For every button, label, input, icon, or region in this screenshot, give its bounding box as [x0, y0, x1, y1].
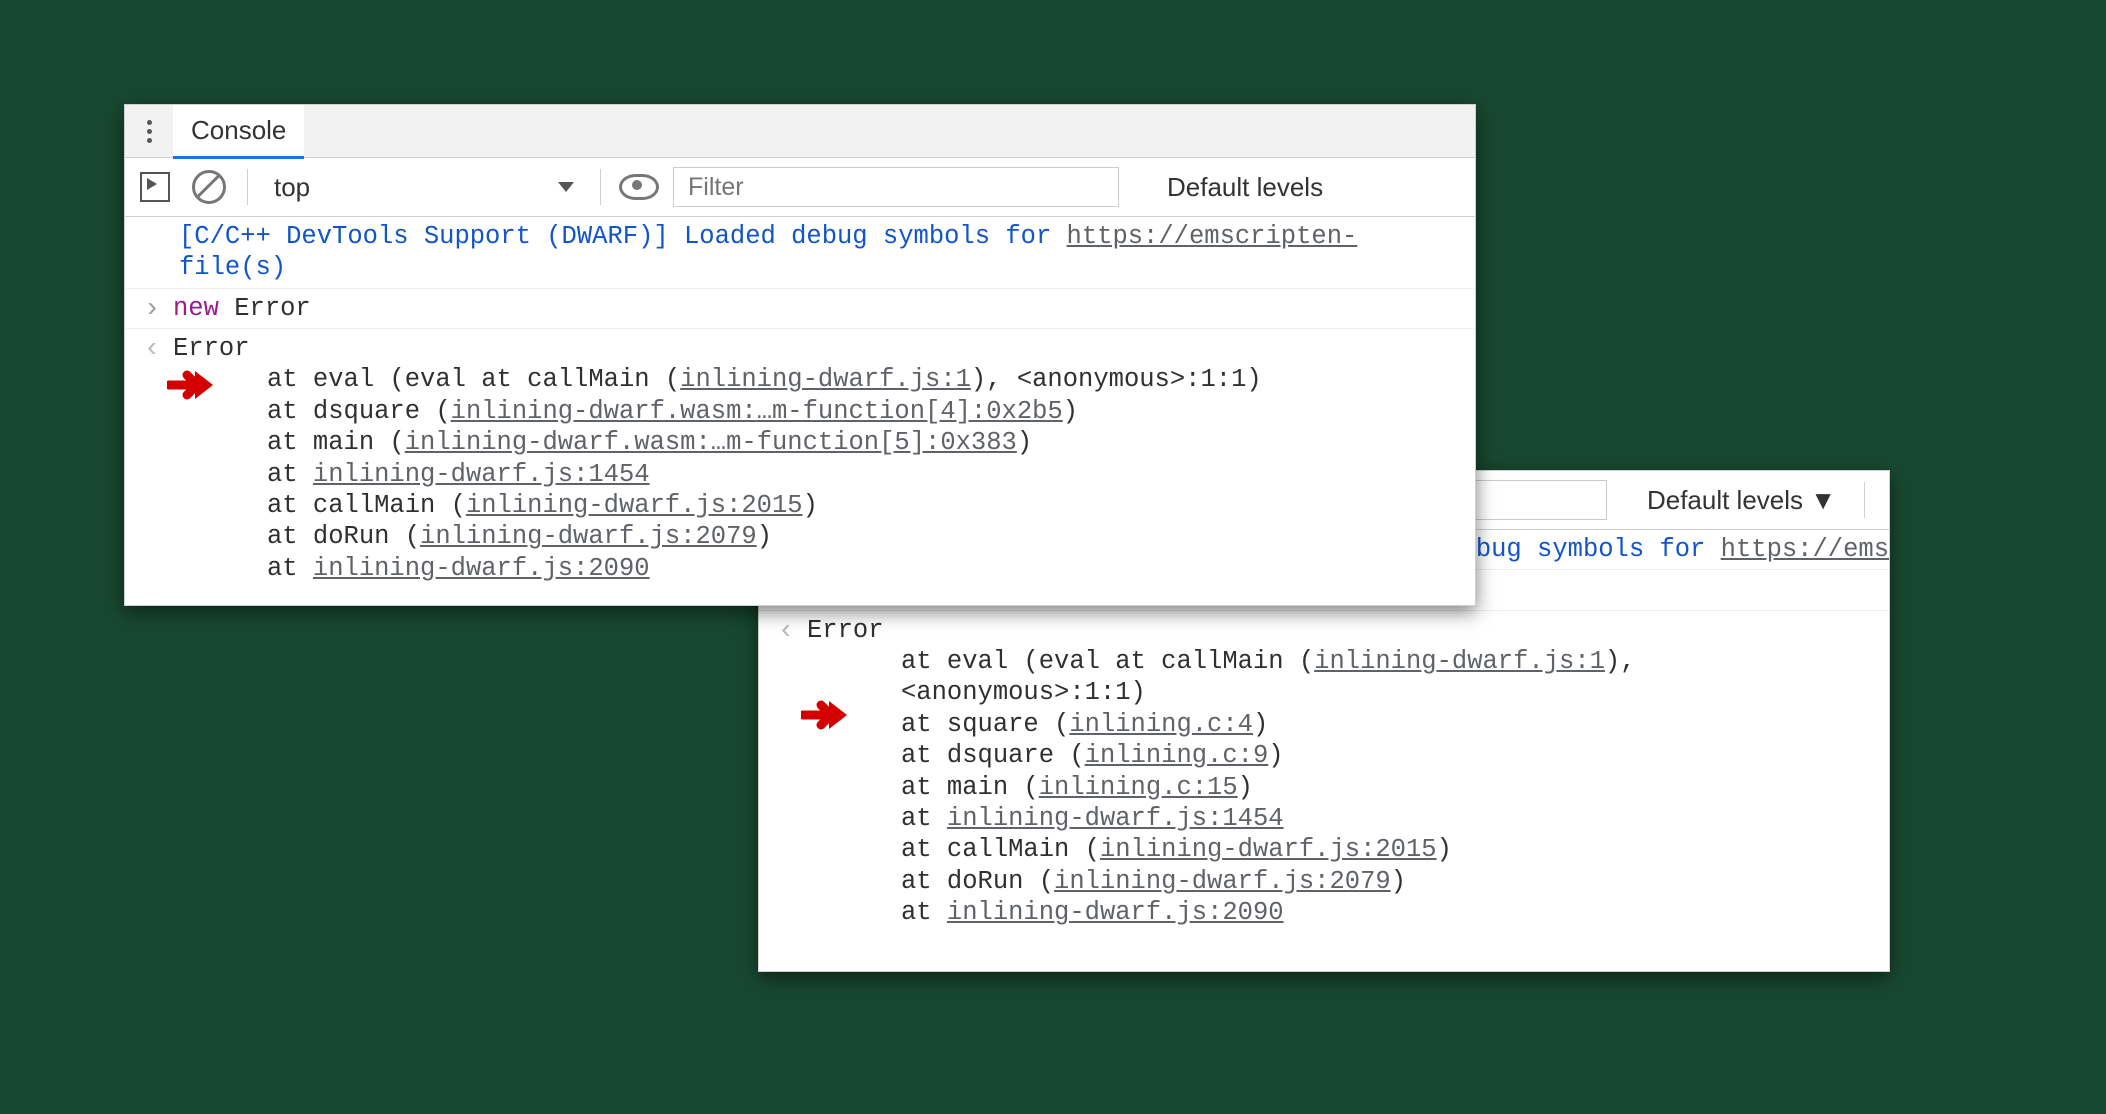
stack-frame: at dsquare (inlining.c:9): [807, 740, 1889, 771]
devtools-panel-before: Console top Default levels [C/C++ DevToo…: [124, 104, 1476, 606]
stack-frame: at callMain (inlining-dwarf.js:2015): [807, 834, 1889, 865]
stack-frame: at eval (eval at callMain (inlining-dwar…: [173, 364, 1475, 395]
output-chevron-icon: [775, 615, 797, 649]
stack-link[interactable]: inlining.c:15: [1039, 773, 1238, 802]
info-suffix: file(s): [179, 253, 286, 282]
chevron-down-icon: [558, 182, 574, 192]
console-toolbar: top Default levels: [125, 158, 1475, 217]
stack-frame: at dsquare (inlining-dwarf.wasm:…m-funct…: [173, 396, 1475, 427]
clear-console-icon[interactable]: [189, 167, 229, 207]
stack-link[interactable]: inlining-dwarf.js:2079: [1054, 867, 1391, 896]
input-keyword: new: [173, 294, 219, 323]
context-selector[interactable]: top: [266, 172, 582, 203]
input-chevron-icon: [141, 293, 163, 327]
execute-icon[interactable]: [135, 167, 175, 207]
stack-link[interactable]: inlining-dwarf.js:1454: [947, 804, 1284, 833]
stack-frame: at inlining-dwarf.js:2090: [173, 553, 1475, 584]
stack-frame: at doRun (inlining-dwarf.js:2079): [173, 521, 1475, 552]
stack-frame: at eval (eval at callMain (inlining-dwar…: [807, 646, 1889, 709]
more-menu-icon[interactable]: [125, 118, 173, 145]
log-levels-selector[interactable]: Default levels ▼: [1647, 485, 1836, 516]
stack-frame: at inlining-dwarf.js:2090: [807, 897, 1889, 928]
stack-frame: at inlining-dwarf.js:1454: [173, 459, 1475, 490]
separator: [600, 169, 601, 205]
live-expression-icon[interactable]: [619, 167, 659, 207]
info-link[interactable]: https://emscripten-: [1067, 222, 1358, 251]
separator: [1864, 482, 1865, 518]
stack-link[interactable]: inlining-dwarf.wasm:…m-function[4]:0x2b5: [451, 397, 1063, 426]
separator: [247, 169, 248, 205]
levels-label: Default levels: [1167, 172, 1323, 202]
context-value: top: [274, 172, 310, 203]
stack-link[interactable]: inlining-dwarf.js:2090: [313, 554, 650, 583]
stack-frame: at doRun (inlining-dwarf.js:2079): [807, 866, 1889, 897]
tab-label: Console: [191, 115, 286, 146]
stack-frame: at main (inlining-dwarf.wasm:…m-function…: [173, 427, 1475, 458]
stack-frame: at inlining-dwarf.js:1454: [807, 803, 1889, 834]
stack-frame: at main (inlining.c:15): [807, 772, 1889, 803]
log-info-dwarf: [C/C++ DevTools Support (DWARF)] Loaded …: [125, 217, 1475, 289]
tab-console[interactable]: Console: [173, 104, 304, 159]
info-text: debug symbols for: [1445, 535, 1720, 564]
stack-frame: at square (inlining.c:4): [807, 709, 1889, 740]
stack-link[interactable]: inlining-dwarf.wasm:…m-function[5]:0x383: [405, 428, 1017, 457]
console-output-error: Error at eval (eval at callMain (inlinin…: [125, 329, 1475, 588]
stack-link[interactable]: inlining-dwarf.js:1: [1314, 647, 1605, 676]
stack-link[interactable]: inlining-dwarf.js:2079: [420, 522, 757, 551]
log-levels-selector[interactable]: Default levels: [1167, 172, 1323, 203]
console-input-row[interactable]: new Error: [125, 289, 1475, 329]
error-head: Error: [173, 334, 250, 363]
info-link[interactable]: https://ems: [1721, 535, 1889, 564]
levels-label: Default levels ▼: [1647, 485, 1836, 516]
stack-link[interactable]: inlining-dwarf.js:1: [680, 365, 971, 394]
stack-link[interactable]: inlining.c:4: [1069, 710, 1253, 739]
annotation-arrow-icon: [167, 367, 215, 403]
tab-bar: Console: [125, 105, 1475, 158]
stack-link[interactable]: inlining-dwarf.js:2090: [947, 898, 1284, 927]
input-rest: Error: [219, 294, 311, 323]
filter-input[interactable]: [673, 167, 1119, 207]
stack-link[interactable]: inlining-dwarf.js:1454: [313, 460, 650, 489]
stack-link[interactable]: inlining-dwarf.js:2015: [1100, 835, 1437, 864]
annotation-arrow-icon: [801, 697, 849, 733]
filter-field[interactable]: [686, 172, 1106, 203]
stack-link[interactable]: inlining-dwarf.js:2015: [466, 491, 803, 520]
stack-frame: at callMain (inlining-dwarf.js:2015): [173, 490, 1475, 521]
error-head: Error: [807, 616, 884, 645]
console-output-error: Error at eval (eval at callMain (inlinin…: [759, 611, 1889, 933]
console-log-area: [C/C++ DevTools Support (DWARF)] Loaded …: [125, 217, 1475, 588]
stack-link[interactable]: inlining.c:9: [1085, 741, 1269, 770]
info-text: [C/C++ DevTools Support (DWARF)] Loaded …: [179, 222, 1067, 251]
output-chevron-icon: [141, 333, 163, 367]
